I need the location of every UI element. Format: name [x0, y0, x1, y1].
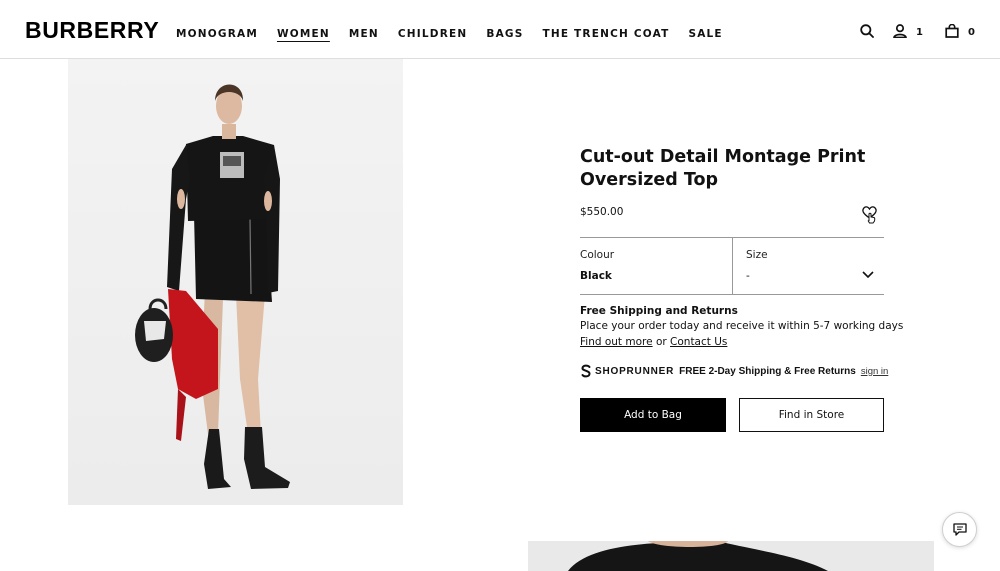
main-nav: MONOGRAM WOMEN MEN CHILDREN BAGS THE TRE…	[176, 28, 742, 40]
colour-value: Black	[580, 270, 612, 282]
shopping-bag-icon[interactable]	[945, 24, 959, 38]
nav-bags[interactable]: BAGS	[486, 28, 523, 40]
bag-count: 0	[968, 27, 975, 38]
model-illustration	[135, 84, 290, 489]
nav-sale[interactable]: SALE	[688, 28, 722, 40]
user-icon[interactable]	[893, 24, 907, 38]
shoprunner-banner: SHOPRUNNER FREE 2-Day Shipping & Free Re…	[580, 364, 888, 378]
size-label: Size	[746, 249, 768, 261]
account-count: 1	[916, 27, 923, 38]
chat-icon	[952, 523, 967, 536]
product-price: $550.00	[580, 206, 624, 218]
shoprunner-offer: FREE 2-Day Shipping & Free Returns	[679, 365, 856, 377]
or-text: or	[655, 336, 667, 348]
chevron-down-icon	[862, 271, 874, 279]
secondary-image-content	[568, 541, 828, 571]
colour-selector[interactable]: Colour Black	[580, 238, 732, 295]
find-in-store-button[interactable]: Find in Store	[739, 398, 884, 432]
nav-trench-coat[interactable]: THE TRENCH COAT	[542, 28, 669, 40]
heart-icon[interactable]	[861, 204, 879, 224]
brand-logo[interactable]: BURBERRY	[25, 17, 159, 44]
size-value: -	[746, 270, 750, 282]
shipping-links: Find out more or Contact Us	[580, 336, 727, 348]
nav-men[interactable]: MEN	[349, 28, 379, 40]
site-header: BURBERRY MONOGRAM WOMEN MEN CHILDREN BAG…	[0, 0, 1000, 59]
search-icon[interactable]	[860, 24, 874, 38]
nav-women[interactable]: WOMEN	[277, 28, 330, 40]
add-to-bag-button[interactable]: Add to Bag	[580, 398, 726, 432]
colour-label: Colour	[580, 249, 615, 261]
shoprunner-brand: SHOPRUNNER	[595, 365, 675, 377]
find-out-more-link[interactable]: Find out more	[580, 336, 653, 348]
nav-children[interactable]: CHILDREN	[398, 28, 467, 40]
product-image-secondary[interactable]	[528, 541, 934, 571]
size-selector[interactable]: Size -	[733, 238, 884, 295]
product-title: Cut-out Detail Montage Print Oversized T…	[580, 147, 866, 190]
contact-us-link[interactable]: Contact Us	[670, 336, 727, 348]
variant-selector: Colour Black Size -	[580, 237, 884, 295]
nav-monogram[interactable]: MONOGRAM	[176, 28, 258, 40]
product-image[interactable]	[68, 59, 403, 505]
chat-button[interactable]	[942, 512, 977, 547]
shipping-description: Place your order today and receive it wi…	[580, 320, 904, 332]
shoprunner-sign-in-link[interactable]: sign in	[861, 366, 888, 377]
shoprunner-logo-icon	[581, 364, 591, 378]
shipping-title: Free Shipping and Returns	[580, 305, 738, 317]
